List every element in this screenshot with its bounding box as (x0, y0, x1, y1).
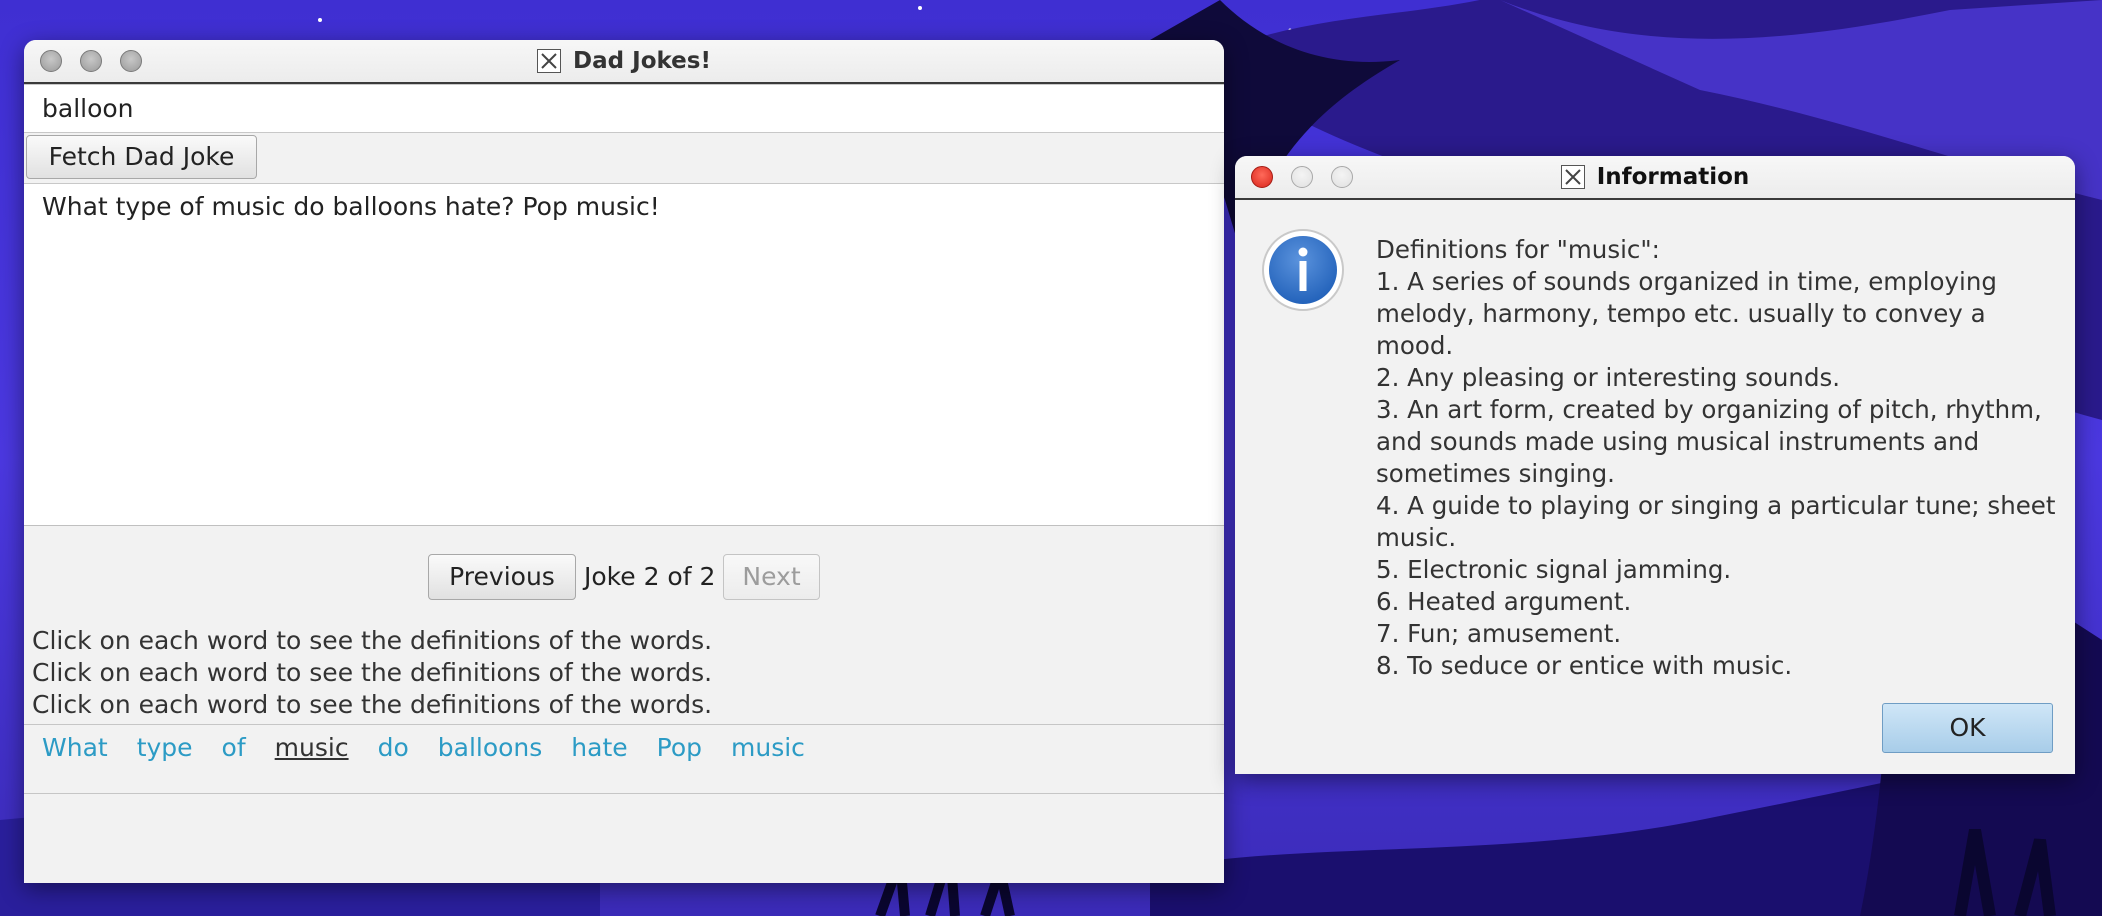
window-title: Dad Jokes! (573, 48, 711, 74)
info-icon (1262, 229, 1344, 311)
word-link[interactable]: music (731, 733, 805, 762)
joke-text-area[interactable]: What type of music do balloons hate? Pop… (24, 183, 1224, 526)
word-links-row: What type of music do balloons hate Pop … (42, 733, 805, 762)
word-link[interactable]: do (378, 733, 409, 762)
word-link[interactable]: hate (571, 733, 627, 762)
word-link[interactable]: balloons (438, 733, 543, 762)
word-link[interactable]: Pop (657, 733, 702, 762)
definition-item: 8. To seduce or entice with music. (1376, 651, 1793, 680)
definition-item: 3. An art form, created by organizing of… (1376, 395, 2050, 488)
definitions-heading: Definitions for "music": (1376, 235, 1660, 264)
next-button[interactable]: Next (723, 554, 820, 600)
x11-icon (1560, 165, 1585, 189)
definition-item: 4. A guide to playing or singing a parti… (1376, 491, 2064, 552)
word-link[interactable]: music (275, 733, 349, 762)
fetch-dad-joke-button[interactable]: Fetch Dad Joke (26, 135, 257, 179)
dialog-title: Information (1596, 164, 1750, 190)
dad-jokes-window: Dad Jokes! balloon Fetch Dad Joke What t… (24, 40, 1224, 883)
previous-button[interactable]: Previous (428, 554, 576, 600)
jokes-titlebar[interactable]: Dad Jokes! (24, 40, 1224, 84)
information-dialog: Information Definitions for "music": 1. … (1235, 156, 2075, 774)
desktop: Dad Jokes! balloon Fetch Dad Joke What t… (0, 0, 2102, 916)
definition-item: 7. Fun; amusement. (1376, 619, 1622, 648)
hint-text: Click on each word to see the definition… (32, 658, 713, 687)
word-link[interactable]: of (222, 733, 246, 762)
definition-item: 1. A series of sounds organized in time,… (1376, 267, 2005, 360)
word-link[interactable]: What (42, 733, 108, 762)
search-input[interactable]: balloon (24, 84, 1224, 133)
definition-item: 6. Heated argument. (1376, 587, 1632, 616)
ok-button[interactable]: OK (1882, 703, 2053, 753)
word-link[interactable]: type (137, 733, 193, 762)
joke-counter: Joke 2 of 2 (584, 562, 716, 591)
definition-item: 5. Electronic signal jamming. (1376, 555, 1732, 584)
definitions-text: Definitions for "music": 1. A series of … (1376, 234, 2056, 682)
words-panel: What type of music do balloons hate Pop … (24, 724, 1224, 794)
x11-icon (537, 49, 562, 73)
hint-text: Click on each word to see the definition… (32, 690, 713, 719)
info-titlebar[interactable]: Information (1235, 156, 2075, 200)
definition-item: 2. Any pleasing or interesting sounds. (1376, 363, 1841, 392)
hint-text: Click on each word to see the definition… (32, 626, 713, 655)
